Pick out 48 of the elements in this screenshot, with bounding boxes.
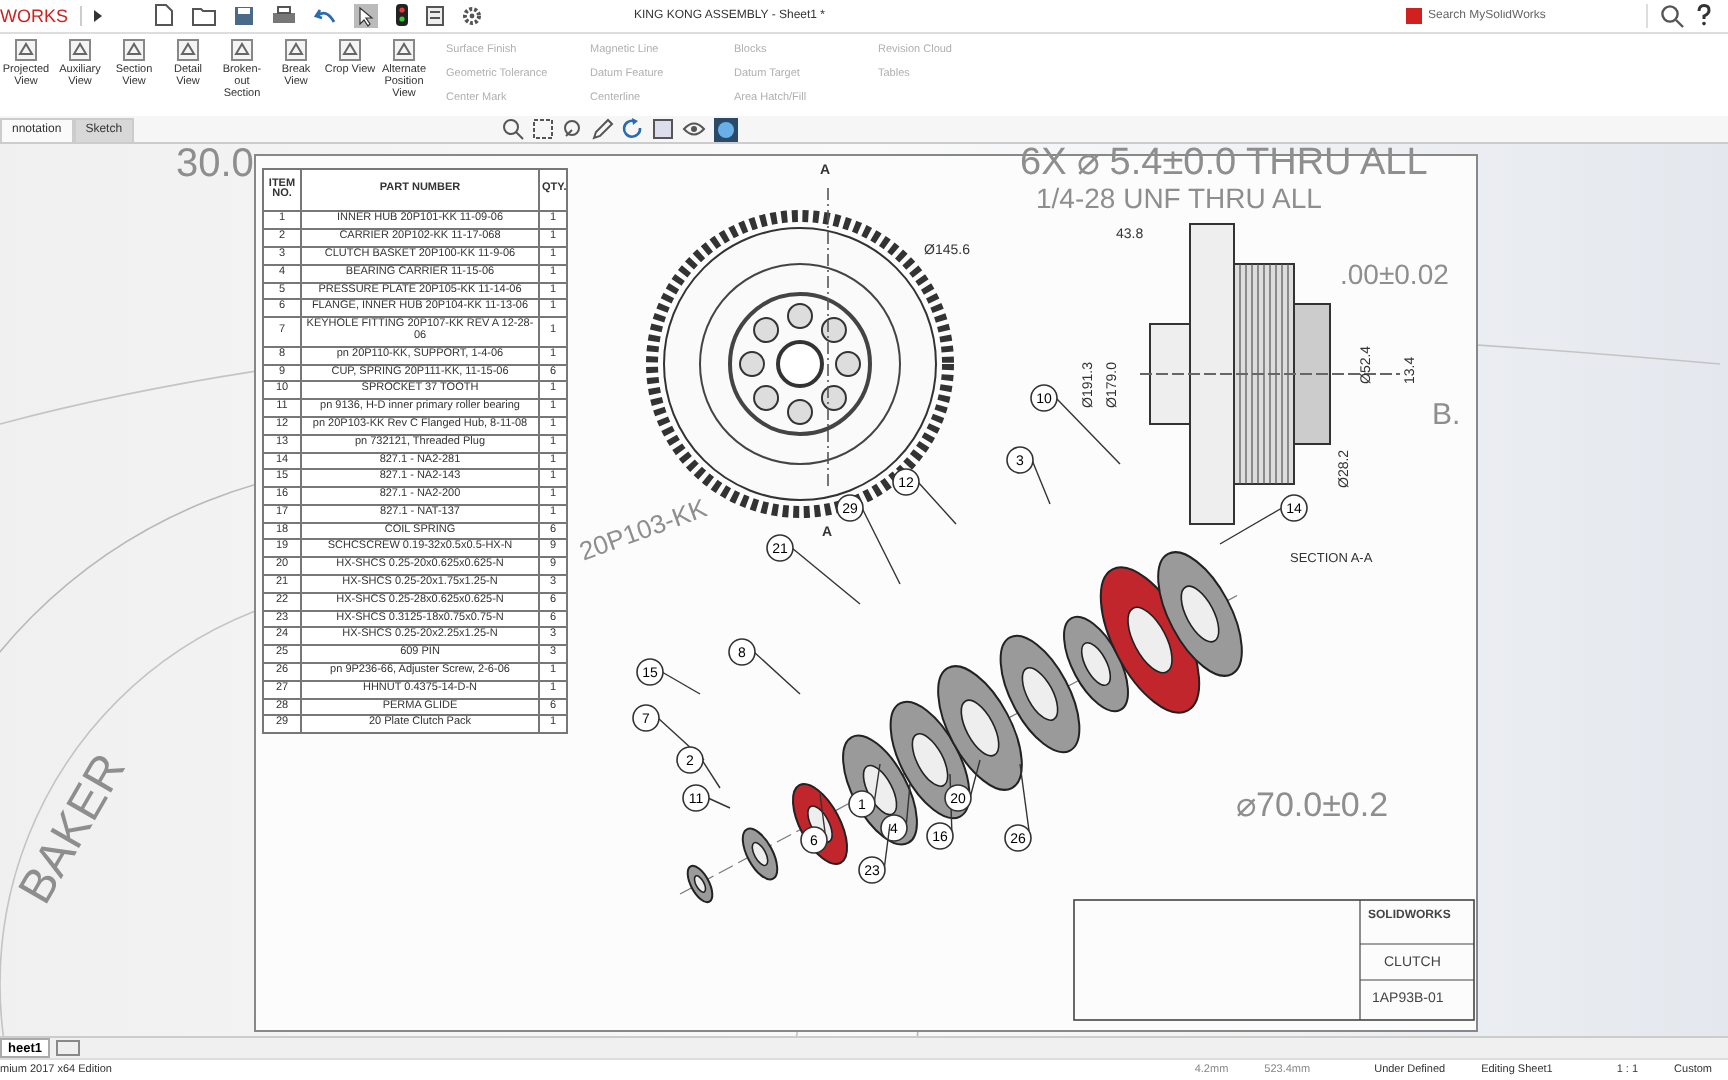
- background-dimension-text: ⌀70.0±0.2: [1236, 788, 1389, 823]
- expand-arrow-icon[interactable]: [94, 9, 103, 22]
- leader-line: [969, 760, 981, 800]
- zoom-area-icon[interactable]: [532, 118, 555, 141]
- leader-line: [1219, 508, 1283, 546]
- drawing-view-icon: [68, 37, 92, 62]
- background-dimension-text: B.: [1432, 400, 1461, 431]
- hide-show-eye-icon[interactable]: [682, 120, 707, 139]
- background-dimension-text: 30.0: [176, 144, 254, 185]
- leader-line: [707, 798, 731, 810]
- add-sheet-icon[interactable]: [55, 1040, 80, 1057]
- pencil-icon[interactable]: [592, 118, 615, 141]
- settings-icon[interactable]: [462, 5, 483, 26]
- drawing-view-icon: [338, 37, 362, 62]
- display-style-icon[interactable]: [652, 118, 675, 141]
- drawing-view-icon: [176, 37, 200, 62]
- traffic-light-icon[interactable]: [396, 4, 409, 27]
- open-folder-icon[interactable]: [192, 5, 217, 26]
- new-document-icon[interactable]: [154, 4, 175, 27]
- clutch-part-drawing: [686, 865, 714, 904]
- leader-line: [661, 672, 701, 696]
- background-dimension-text: 1/4-28 UNF THRU ALL: [1036, 184, 1322, 213]
- background-dimension-text: 6X ⌀ 5.4±0.0 THRU ALL: [1020, 144, 1428, 183]
- leader-line: [917, 482, 957, 526]
- save-icon[interactable]: [234, 5, 255, 26]
- solidworks-logo-icon: [1406, 7, 1422, 24]
- drawing-view-icon: [14, 37, 38, 62]
- background-dimension-text: .00±0.02: [1340, 260, 1449, 289]
- help-icon[interactable]: [1696, 4, 1712, 27]
- zoom-to-fit-icon[interactable]: [502, 118, 525, 141]
- clutch-part-drawing: [999, 635, 1081, 754]
- select-cursor-icon[interactable]: [354, 3, 379, 28]
- previous-view-icon[interactable]: [562, 118, 585, 141]
- drawing-view-icon: [284, 37, 308, 62]
- leader-line: [1031, 460, 1051, 506]
- drawing-view-icon: [122, 37, 146, 62]
- rotate-icon[interactable]: [622, 118, 645, 141]
- search-icon[interactable]: [1660, 3, 1684, 28]
- file-properties-icon[interactable]: [426, 5, 445, 26]
- leader-line: [753, 652, 801, 696]
- drawing-view-icon: [392, 37, 416, 62]
- globe-icon[interactable]: [714, 117, 739, 142]
- clutch-part-drawing: [741, 828, 779, 882]
- print-icon[interactable]: [272, 5, 297, 26]
- clutch-part-drawing: [1157, 551, 1243, 678]
- drawing-view-icon: [230, 37, 254, 62]
- app-logo: WORKS: [0, 5, 83, 26]
- undo-icon[interactable]: [314, 5, 337, 26]
